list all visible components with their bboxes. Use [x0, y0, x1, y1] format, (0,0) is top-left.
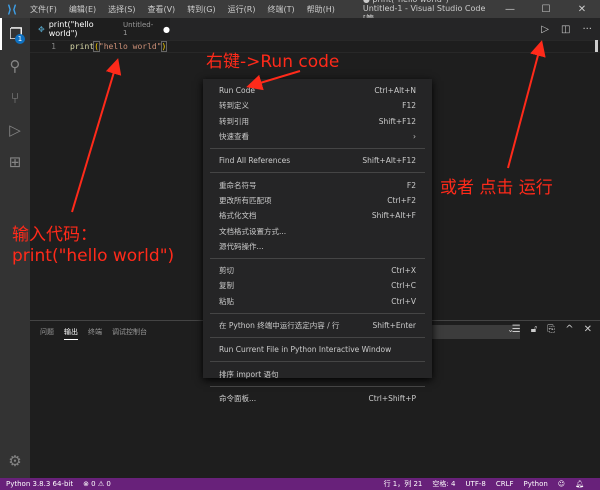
- annotation-right-click: 右键->Run code: [206, 52, 340, 72]
- arrow-to-run-button: [507, 40, 546, 169]
- annotation-arrows: [71, 40, 546, 213]
- annotation-or-click-run: 或者 点击 运行: [440, 178, 553, 198]
- arrow-to-run-code: [246, 70, 301, 91]
- annotation-input-code: 输入代码：: [12, 225, 97, 245]
- annotation-code: print("hello world"): [12, 246, 175, 266]
- arrow-to-code: [71, 58, 122, 213]
